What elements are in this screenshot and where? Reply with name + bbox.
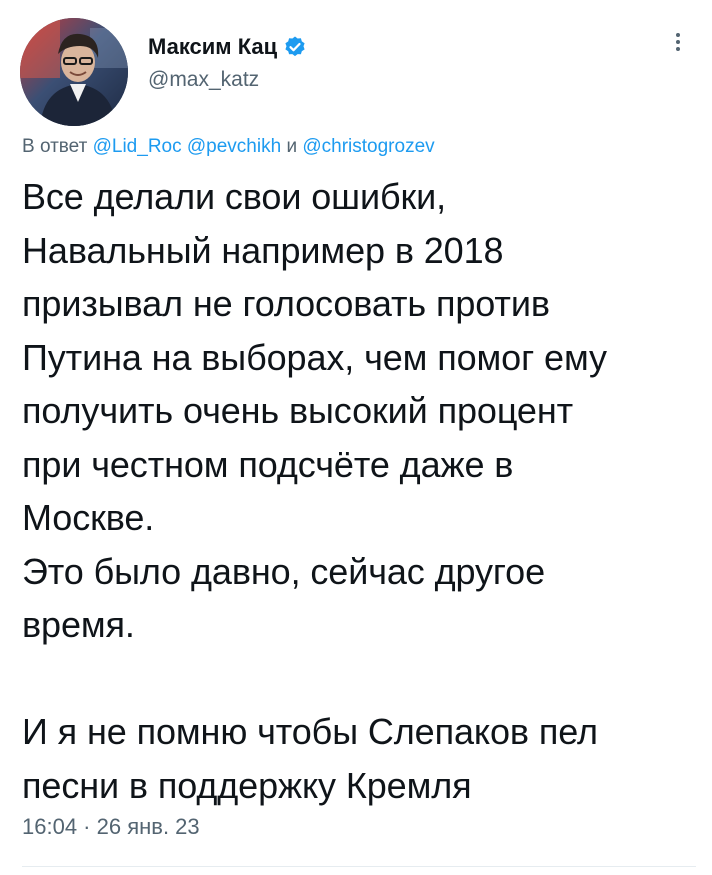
mention-link-lid-roc[interactable]: @Lid_Roc [93,136,182,157]
display-name[interactable]: Максим Кац [148,34,277,60]
verified-badge-icon [283,35,307,59]
tweet-header: Максим Кац @max_katz [20,18,692,126]
divider [22,866,696,867]
name-row: Максим Кац [148,32,307,62]
tweet-text-line [22,652,702,706]
tweet-text-line: Москве. [22,497,155,538]
reply-prefix: В ответ [22,136,88,157]
author-info: Максим Кац @max_katz [148,32,307,92]
tweet-text-line: призывал не голосовать против [22,283,550,324]
reply-conjunction: и [286,136,298,157]
tweet-text-line: Это было давно, сейчас другое [22,550,545,592]
tweet-text-line: Все делали свои ошибки, [22,176,447,217]
tweet-text-line: Навальный например в 2018 [22,229,504,271]
tweet-text-line: И я не помню чтобы Слепаков пел [22,711,598,752]
mention-link-christogrozev[interactable]: @christogrozev [302,136,434,157]
user-handle[interactable]: @max_katz [148,68,307,92]
avatar[interactable] [20,18,128,126]
tweet-text-line: время. [22,604,135,645]
tweet-card: Максим Кац @max_katz В ответ @Lid_Roc @p… [0,0,712,875]
mention-link-pevchikh[interactable]: @pevchikh [187,136,281,157]
more-options-icon[interactable] [668,30,688,60]
tweet-text-line: Путина на выборах, чем помог ему [22,336,607,378]
tweet-text-line: при честном подсчёте даже в [22,443,514,485]
tweet-text: Все делали свои ошибки, Навальный наприм… [22,170,702,812]
reply-context: В ответ @Lid_Roc @pevchikh и @christogro… [22,136,435,158]
tweet-timestamp[interactable]: 16:04 · 26 янв. 23 [22,814,200,840]
tweet-text-line: получить очень высокий процент [22,390,574,431]
tweet-text-line: песни в поддержку Кремля [22,764,472,806]
